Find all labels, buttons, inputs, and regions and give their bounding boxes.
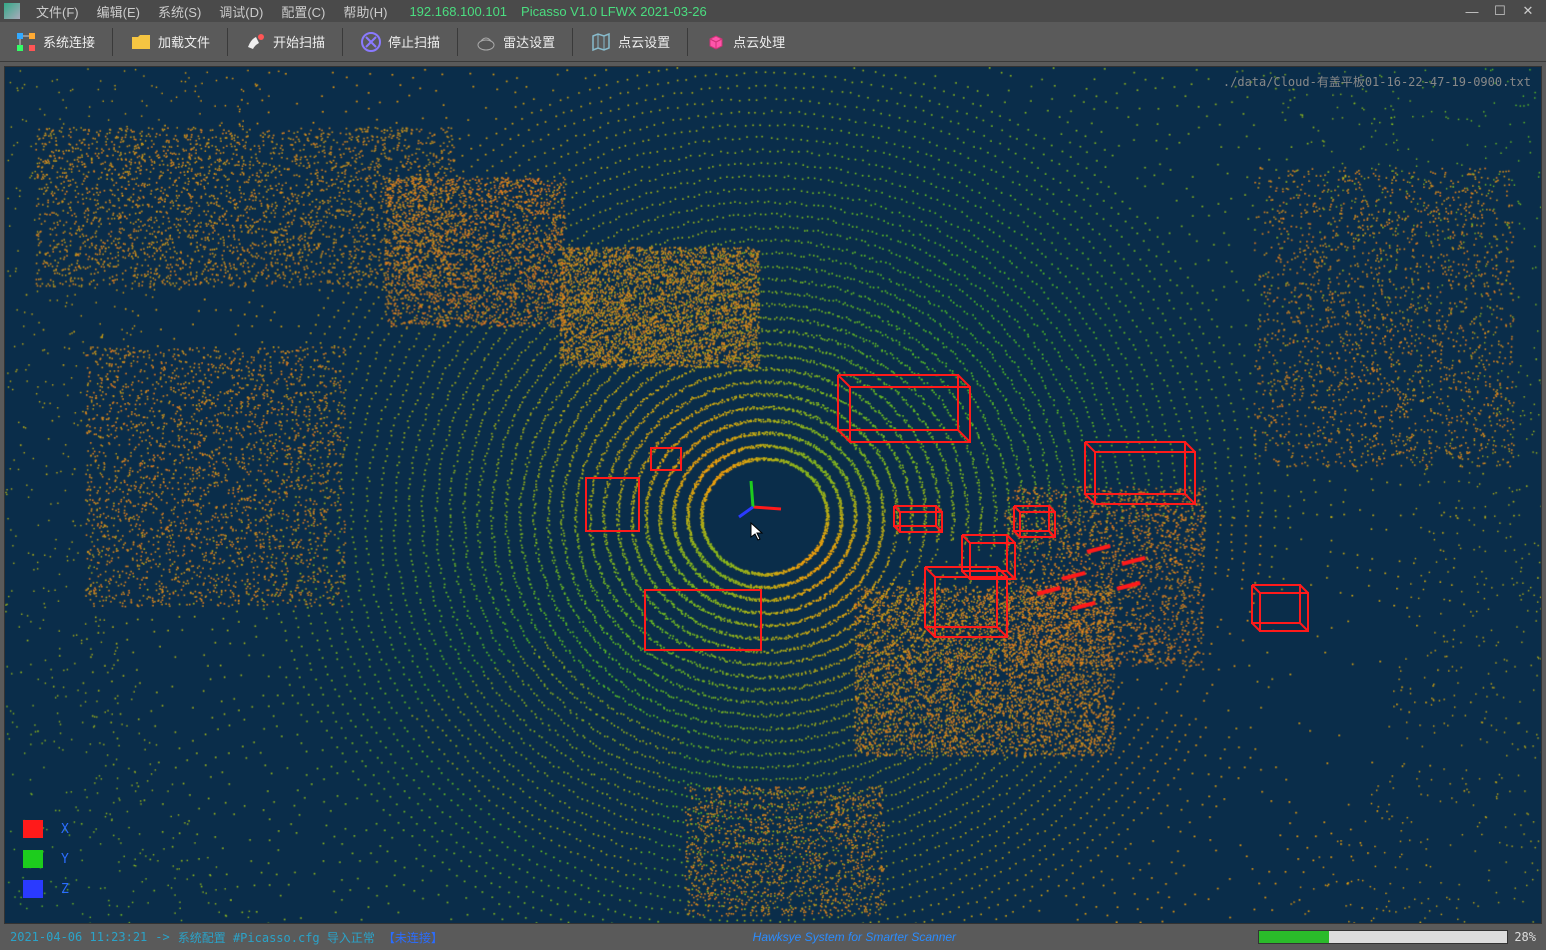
loaded-file-path: ./data/Cloud-有盖平板01-16-22-47-19-0900.txt bbox=[1223, 73, 1531, 90]
app-version: Picasso V1.0 LFWX 2021-03-26 bbox=[521, 4, 707, 19]
legend-z-label: Z bbox=[61, 882, 69, 897]
cloud-config-label: 点云设置 bbox=[618, 32, 670, 51]
menu-config[interactable]: 配置(C) bbox=[273, 0, 333, 23]
legend-x-label: X bbox=[61, 822, 69, 837]
radar-icon bbox=[475, 31, 497, 53]
lidar-canvas[interactable] bbox=[5, 67, 1541, 923]
legend-y-label: Y bbox=[61, 852, 69, 867]
separator bbox=[112, 28, 113, 56]
map-icon bbox=[590, 31, 612, 53]
app-icon bbox=[4, 3, 20, 19]
cloud-process-button[interactable]: 点云处理 bbox=[696, 26, 794, 58]
menu-edit[interactable]: 编辑(E) bbox=[89, 0, 148, 23]
start-scan-button[interactable]: 开始扫描 bbox=[236, 26, 334, 58]
connect-button[interactable]: 系统连接 bbox=[6, 26, 104, 58]
cube-icon bbox=[705, 31, 727, 53]
cloud-config-button[interactable]: 点云设置 bbox=[581, 26, 679, 58]
load-file-button[interactable]: 加载文件 bbox=[121, 26, 219, 58]
stop-scan-button[interactable]: 停止扫描 bbox=[351, 26, 449, 58]
menu-debug[interactable]: 调试(D) bbox=[211, 0, 271, 23]
stop-icon bbox=[360, 31, 382, 53]
separator bbox=[227, 28, 228, 56]
progress-fill bbox=[1259, 931, 1328, 943]
status-bar: 2021-04-06 11:23:21 -> 系统配置 #Picasso.cfg… bbox=[0, 924, 1546, 950]
separator bbox=[342, 28, 343, 56]
radar-config-button[interactable]: 雷达设置 bbox=[466, 26, 564, 58]
status-config-msg: 系统配置 #Picasso.cfg 导入正常 bbox=[178, 929, 375, 946]
legend-z: Z bbox=[23, 880, 69, 898]
maximize-button[interactable]: ☐ bbox=[1486, 2, 1514, 20]
menubar: 文件(F) 编辑(E) 系统(S) 调试(D) 配置(C) 帮助(H) 192.… bbox=[0, 0, 1546, 22]
toolbar: 系统连接 加载文件 开始扫描 停止扫描 雷达设置 点云设置 bbox=[0, 22, 1546, 62]
status-connection: 【未连接】 bbox=[383, 929, 443, 946]
menu-system[interactable]: 系统(S) bbox=[150, 0, 209, 23]
legend-x: X bbox=[23, 820, 69, 838]
axis-legend: X Y Z bbox=[23, 820, 69, 898]
stop-scan-label: 停止扫描 bbox=[388, 32, 440, 51]
separator bbox=[572, 28, 573, 56]
legend-swatch-z bbox=[23, 880, 43, 898]
network-icon bbox=[15, 31, 37, 53]
cloud-process-label: 点云处理 bbox=[733, 32, 785, 51]
start-scan-label: 开始扫描 bbox=[273, 32, 325, 51]
close-button[interactable]: ✕ bbox=[1514, 2, 1542, 20]
progress-bar bbox=[1258, 930, 1508, 944]
status-arrow: -> bbox=[155, 930, 169, 944]
separator bbox=[457, 28, 458, 56]
ip-address: 192.168.100.101 bbox=[409, 4, 507, 19]
separator bbox=[687, 28, 688, 56]
menu-help[interactable]: 帮助(H) bbox=[335, 0, 395, 23]
folder-icon bbox=[130, 31, 152, 53]
pointcloud-viewport[interactable]: ./data/Cloud-有盖平板01-16-22-47-19-0900.txt… bbox=[4, 66, 1542, 924]
progress-label: 28% bbox=[1514, 930, 1536, 944]
status-tagline: Hawksye System for Smarter Scanner bbox=[753, 930, 956, 944]
scan-icon bbox=[245, 31, 267, 53]
connect-label: 系统连接 bbox=[43, 32, 95, 51]
legend-swatch-y bbox=[23, 850, 43, 868]
radar-config-label: 雷达设置 bbox=[503, 32, 555, 51]
load-label: 加载文件 bbox=[158, 32, 210, 51]
status-timestamp: 2021-04-06 11:23:21 bbox=[10, 930, 147, 944]
legend-swatch-x bbox=[23, 820, 43, 838]
minimize-button[interactable]: — bbox=[1458, 2, 1486, 20]
window-controls: — ☐ ✕ bbox=[1458, 2, 1542, 20]
progress-area: 28% bbox=[1258, 930, 1536, 944]
menu-file[interactable]: 文件(F) bbox=[28, 0, 87, 23]
legend-y: Y bbox=[23, 850, 69, 868]
axis-gizmo bbox=[753, 507, 754, 508]
